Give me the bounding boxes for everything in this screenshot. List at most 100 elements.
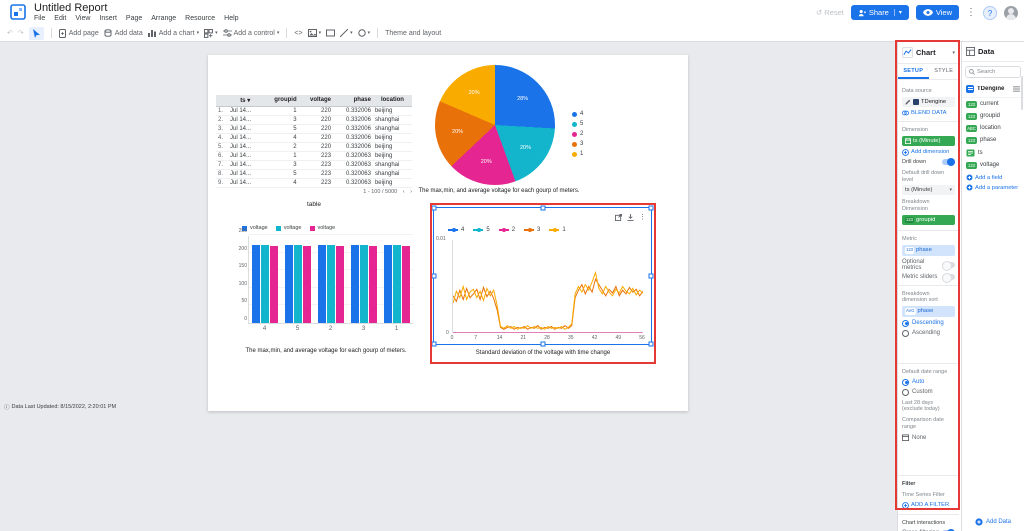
pie-plot[interactable]: 28%20%20%20%20%	[435, 65, 555, 185]
radio-descending[interactable]	[902, 320, 909, 327]
add-data-button[interactable]: Add data	[104, 29, 143, 38]
selection-handle[interactable]	[432, 206, 437, 211]
add-control-button[interactable]: Add a control▾	[223, 29, 280, 37]
search-input[interactable]: Search	[965, 66, 1021, 78]
add-field-link[interactable]: Add a field	[962, 174, 1024, 181]
add-dimension-link[interactable]: Add dimension	[902, 149, 955, 156]
scrollbar[interactable]	[1021, 76, 1023, 110]
col-header-ts[interactable]: ts ▾	[228, 95, 262, 106]
col-header-groupid[interactable]: groupid	[262, 95, 298, 106]
table-row[interactable]: 3.Jul 14...52200.332006shanghai	[216, 124, 412, 133]
legend-item[interactable]: 3	[524, 227, 540, 233]
report-title[interactable]: Untitled Report	[34, 2, 107, 14]
add-filter-link[interactable]: ADD A FILTER	[902, 502, 955, 509]
bar[interactable]	[360, 245, 368, 323]
legend-item[interactable]: 3	[572, 141, 583, 147]
bar[interactable]	[384, 245, 392, 323]
theme-layout-button[interactable]: Theme and layout	[385, 30, 441, 37]
metric-sliders-toggle[interactable]	[942, 274, 955, 280]
date-auto-option[interactable]: Auto	[902, 379, 955, 386]
share-dropdown[interactable]: ▾	[894, 9, 902, 16]
redo-button[interactable]: ↷	[18, 29, 24, 37]
comparison-date-range[interactable]: None	[902, 434, 955, 441]
bar[interactable]	[369, 246, 377, 323]
col-header-location[interactable]: location	[373, 95, 412, 106]
col-header-phase[interactable]: phase	[333, 95, 373, 106]
menu-file[interactable]: File	[34, 15, 45, 22]
bar[interactable]	[294, 245, 302, 323]
legend-item[interactable]: 1	[572, 151, 583, 157]
selection-handle[interactable]	[540, 206, 545, 211]
menu-resource[interactable]: Resource	[185, 15, 215, 22]
default-drill-select[interactable]: ts (Minute)▾	[902, 185, 955, 195]
table-row[interactable]: 2.Jul 14...32200.332006shanghai	[216, 115, 412, 124]
legend-item[interactable]: voltage	[310, 225, 336, 231]
bar[interactable]	[318, 245, 326, 323]
menu-edit[interactable]: Edit	[54, 15, 66, 22]
legend-item[interactable]: 2	[572, 131, 583, 137]
share-button[interactable]: Share ▾	[851, 5, 909, 20]
bar[interactable]	[252, 245, 260, 323]
canvas[interactable]: ts ▾groupid voltage phaselocation 1.Jul 14…	[0, 42, 897, 531]
shape-circle-button[interactable]: ▾	[358, 29, 371, 37]
table-row[interactable]: 7.Jul 14...32230.320063shanghai	[216, 160, 412, 169]
more-options-icon[interactable]: ⋮	[966, 7, 976, 18]
bar-group[interactable]	[347, 236, 380, 323]
legend-item[interactable]: 2	[499, 227, 515, 233]
chart-panel-header[interactable]: Chart ▾	[898, 42, 959, 64]
field-phase[interactable]: 123phase	[962, 134, 1024, 146]
select-tool[interactable]	[29, 27, 44, 40]
radio-ascending[interactable]	[902, 330, 909, 337]
breakdown-dimension-chip[interactable]: 123 groupid	[902, 215, 955, 225]
image-button[interactable]: ▾	[308, 29, 322, 37]
legend-item[interactable]: 5	[473, 227, 489, 233]
bar-group[interactable]	[249, 236, 282, 323]
bar[interactable]	[393, 245, 401, 323]
avatar[interactable]	[1004, 6, 1018, 20]
chart-more-icon[interactable]: ⋮	[639, 213, 646, 221]
view-button[interactable]: View	[916, 5, 959, 20]
legend-item[interactable]: 5	[572, 121, 583, 127]
bar-group[interactable]	[380, 236, 413, 323]
open-in-new-icon[interactable]	[615, 214, 622, 221]
field-current[interactable]: 123current	[962, 98, 1024, 110]
menu-help[interactable]: Help	[224, 15, 238, 22]
menu-insert[interactable]: Insert	[99, 15, 117, 22]
add-parameter-link[interactable]: Add a parameter	[962, 184, 1024, 191]
bar-group[interactable]	[282, 236, 315, 323]
bar-chart[interactable]: voltagevoltagevoltage 050100150200250 45…	[230, 225, 422, 360]
table-row[interactable]: 4.Jul 14...42200.332006beijing	[216, 133, 412, 142]
undo-button[interactable]: ↶	[7, 29, 13, 37]
blend-data-link[interactable]: BLEND DATA	[902, 110, 955, 116]
metric-chip[interactable]: 123 phase	[902, 245, 955, 255]
menu-arrange[interactable]: Arrange	[151, 15, 176, 22]
bar[interactable]	[327, 245, 335, 323]
sort-field-chip[interactable]: AVG phase	[902, 306, 955, 316]
field-groupid[interactable]: 123groupid	[962, 110, 1024, 122]
field-location[interactable]: ABClocation	[962, 122, 1024, 134]
data-source-chip[interactable]: TDengine	[902, 97, 955, 107]
bar[interactable]	[402, 246, 410, 323]
field-list-icon[interactable]	[1013, 86, 1020, 92]
table-chart[interactable]: ts ▾groupidvoltagephaselocation 1.Jul 14…	[216, 95, 412, 188]
field-ts[interactable]: ts	[962, 146, 1024, 159]
pie-chart[interactable]: 28%20%20%20%20% 45231	[432, 63, 642, 193]
legend-item[interactable]: 4	[448, 227, 464, 233]
radio-custom[interactable]	[902, 389, 909, 396]
optional-metrics-toggle[interactable]	[942, 262, 955, 268]
menu-view[interactable]: View	[75, 15, 90, 22]
tab-style[interactable]: STYLE	[929, 64, 960, 79]
add-data-button[interactable]: Add Data	[962, 518, 1024, 526]
table-row[interactable]: 6.Jul 14...12230.320063beijing	[216, 151, 412, 160]
data-source-row[interactable]: TDengine	[962, 82, 1024, 98]
shape-rect-button[interactable]	[326, 29, 335, 37]
embed-button[interactable]: <>	[294, 30, 302, 37]
bar[interactable]	[261, 245, 269, 323]
shape-line-button[interactable]: ▾	[340, 29, 353, 37]
pencil-icon[interactable]	[905, 99, 911, 105]
tab-setup[interactable]: SETUP	[898, 64, 929, 79]
add-page-button[interactable]: Add page	[59, 29, 99, 38]
table-row[interactable]: 9.Jul 14...42230.320063beijing	[216, 178, 412, 187]
legend-item[interactable]: 1	[549, 227, 565, 233]
table-row[interactable]: 1.Jul 14...12200.332006beijing	[216, 106, 412, 115]
